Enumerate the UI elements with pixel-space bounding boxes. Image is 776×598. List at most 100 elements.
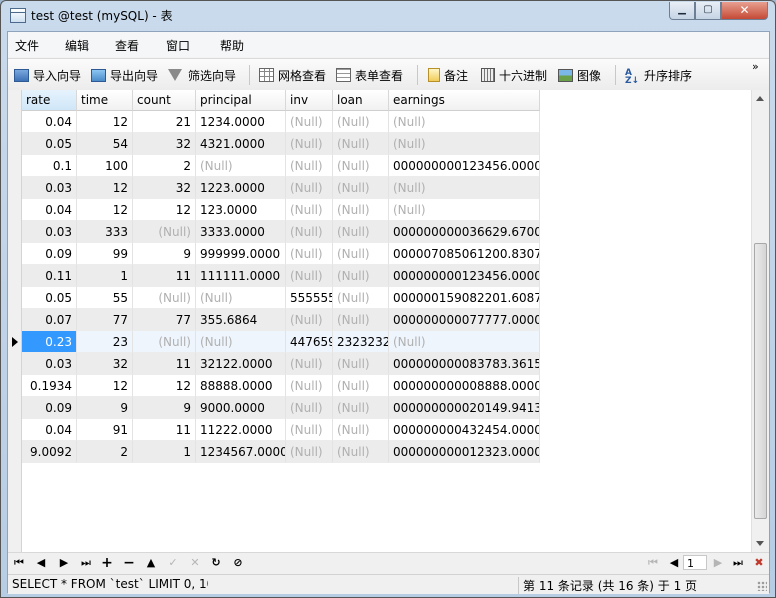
table-cell-principal[interactable]: 1223.0000 [196,177,286,199]
table-cell-count[interactable]: 12 [133,375,196,397]
memo-button[interactable]: 备注 [428,67,468,83]
table-cell-time[interactable]: 333 [77,221,133,243]
table-cell-earnings[interactable]: 000000000123456.0000 [389,265,540,287]
table-cell-time[interactable]: 12 [77,111,133,133]
table-cell-rate[interactable]: 0.07 [22,309,77,331]
table-cell-count[interactable]: 12 [133,199,196,221]
column-header-loan[interactable]: loan [333,90,389,111]
table-cell-rate[interactable]: 0.03 [22,221,77,243]
table-cell-earnings[interactable]: 000000000123456.0000 [389,155,540,177]
table-cell-inv[interactable]: (Null) [286,243,333,265]
table-cell-rate[interactable]: 0.09 [22,243,77,265]
table-cell-inv[interactable]: (Null) [286,221,333,243]
table-cell-count[interactable]: 9 [133,397,196,419]
sort-asc-button[interactable]: A Z↓ 升序排序 [625,67,692,85]
scroll-up-icon[interactable] [756,96,764,101]
table-cell-loan[interactable]: (Null) [333,221,389,243]
table-cell-loan[interactable]: (Null) [333,199,389,221]
table-cell-time[interactable]: 55 [77,287,133,309]
table-cell-count[interactable]: (Null) [133,331,196,353]
table-cell-rate[interactable]: 0.11 [22,265,77,287]
maximize-button[interactable]: ▢ [695,2,721,20]
table-cell-count[interactable]: 32 [133,177,196,199]
table-cell-rate[interactable]: 0.04 [22,199,77,221]
table-cell-count[interactable]: 21 [133,111,196,133]
hex-button[interactable]: 十六进制 [481,67,547,83]
table-cell-loan[interactable]: (Null) [333,133,389,155]
add-record-icon[interactable]: + [100,556,114,570]
table-cell-earnings[interactable]: (Null) [389,133,540,155]
column-header-earnings[interactable]: earnings [389,90,540,111]
refresh-icon[interactable]: ↻ [209,556,223,570]
menu-window[interactable]: 窗口 [166,37,190,54]
menu-help[interactable]: 帮助 [220,37,244,54]
minimize-button[interactable]: ▁ [669,2,695,20]
table-cell-principal[interactable]: 1234.0000 [196,111,286,133]
table-cell-inv[interactable]: (Null) [286,111,333,133]
table-cell-earnings[interactable]: 000000000020149.9413 [389,397,540,419]
column-header-count[interactable]: count [133,90,196,111]
menu-edit[interactable]: 编辑 [65,37,89,54]
table-cell-earnings[interactable]: (Null) [389,111,540,133]
table-cell-count[interactable]: (Null) [133,287,196,309]
table-cell-count[interactable]: 11 [133,419,196,441]
table-cell-principal[interactable]: (Null) [196,287,286,309]
table-cell-inv[interactable]: 447659 [286,331,333,353]
last-page-icon[interactable]: ⏭ [731,556,745,570]
table-cell-loan[interactable]: (Null) [333,177,389,199]
image-button[interactable]: 图像 [558,67,601,83]
table-cell-inv[interactable]: (Null) [286,375,333,397]
table-cell-principal[interactable]: 3333.0000 [196,221,286,243]
column-header-rate[interactable]: rate [22,90,77,111]
table-cell-earnings[interactable]: 000000000012323.0000 [389,441,540,463]
table-cell-count[interactable]: (Null) [133,221,196,243]
table-cell-principal[interactable]: 4321.0000 [196,133,286,155]
table-cell-earnings[interactable]: 000000000008888.0000 [389,375,540,397]
column-header-inv[interactable]: inv [286,90,333,111]
table-cell-loan[interactable]: (Null) [333,375,389,397]
table-cell-time[interactable]: 1 [77,265,133,287]
table-cell-loan[interactable]: (Null) [333,309,389,331]
table-cell-time[interactable]: 9 [77,397,133,419]
next-page-icon[interactable]: ▶ [711,556,725,570]
page-number-input[interactable]: 1 [683,555,707,570]
table-cell-inv[interactable]: (Null) [286,133,333,155]
table-cell-principal[interactable]: 355.6864 [196,309,286,331]
table-cell-count[interactable]: 32 [133,133,196,155]
table-cell-rate[interactable]: 0.03 [22,177,77,199]
next-record-icon[interactable]: ▶ [57,556,71,570]
table-cell-time[interactable]: 100 [77,155,133,177]
table-cell-inv[interactable]: 555555 [286,287,333,309]
table-cell-loan[interactable]: (Null) [333,397,389,419]
table-cell-earnings[interactable]: 000000000036629.6700 [389,221,540,243]
table-cell-rate[interactable]: 0.23 [22,331,77,353]
table-cell-earnings[interactable]: 000000000083783.3615 [389,353,540,375]
table-cell-inv[interactable]: (Null) [286,397,333,419]
table-cell-rate[interactable]: 0.1934 [22,375,77,397]
cancel-changes-icon[interactable]: ✕ [188,556,202,570]
table-cell-count[interactable]: 9 [133,243,196,265]
table-cell-earnings[interactable]: 000007085061200.8307 [389,243,540,265]
table-cell-rate[interactable]: 0.04 [22,111,77,133]
table-cell-earnings[interactable]: (Null) [389,199,540,221]
table-cell-principal[interactable]: 88888.0000 [196,375,286,397]
first-record-icon[interactable]: ⏮ [12,556,26,570]
data-grid[interactable]: rate time count principal inv loan earnings 0.… [8,90,769,552]
tools-icon[interactable]: ✖ [752,556,766,570]
table-cell-inv[interactable]: (Null) [286,441,333,463]
table-cell-time[interactable]: 12 [77,375,133,397]
table-cell-principal[interactable]: (Null) [196,155,286,177]
table-cell-loan[interactable]: (Null) [333,265,389,287]
table-cell-inv[interactable]: (Null) [286,199,333,221]
table-cell-loan[interactable]: (Null) [333,243,389,265]
form-view-button[interactable]: 表单查看 [336,67,403,83]
table-cell-count[interactable]: 11 [133,353,196,375]
export-wizard-button[interactable]: 导出向导 [91,67,158,83]
table-cell-rate[interactable]: 0.1 [22,155,77,177]
table-cell-earnings[interactable]: 000000000432454.0000 [389,419,540,441]
menu-file[interactable]: 文件 [15,37,39,54]
column-header-principal[interactable]: principal [196,90,286,111]
delete-record-icon[interactable]: − [122,556,136,570]
table-cell-count[interactable]: 2 [133,155,196,177]
table-cell-loan[interactable]: (Null) [333,353,389,375]
